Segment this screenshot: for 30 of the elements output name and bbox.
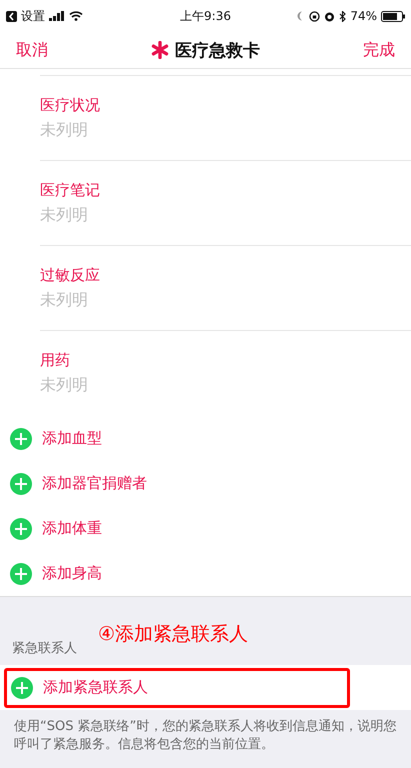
screen-title: 医疗急救卡 xyxy=(175,40,260,62)
bluetooth-icon xyxy=(339,10,346,22)
wifi-icon xyxy=(69,11,83,21)
add-item-link[interactable]: 添加身高 xyxy=(42,564,102,583)
battery-percent: 74% xyxy=(350,9,377,23)
field-label: 用药 xyxy=(40,350,71,370)
rotation-lock-icon xyxy=(309,10,320,22)
footer-note: 使用“SOS 紧急联络”时，您的紧急联系人将收到信息通知，说明您呼叫了紧急服务。信息将包含您的当前位置。 xyxy=(13,718,398,754)
cancel-button[interactable]: 取消 xyxy=(16,40,48,60)
add-icon[interactable] xyxy=(10,562,32,584)
field-label: 医疗笔记 xyxy=(40,180,101,200)
field-label: 医疗状况 xyxy=(40,96,101,114)
add-item-link[interactable]: 添加血型 xyxy=(42,429,102,448)
clock-time: 上午9:36 xyxy=(180,8,231,22)
add-icon[interactable] xyxy=(11,676,33,698)
back-icon[interactable] xyxy=(6,10,17,22)
add-icon[interactable] xyxy=(10,518,32,540)
signal-icon xyxy=(49,11,65,21)
annotation-text: ④添加紧急联系人 xyxy=(98,622,248,647)
add-icon[interactable] xyxy=(10,428,32,450)
done-button[interactable]: 完成 xyxy=(363,40,395,60)
section-header: 紧急联系人 xyxy=(12,640,77,657)
add-icon[interactable] xyxy=(10,472,32,494)
field-label: 过敏反应 xyxy=(40,266,101,284)
back-label[interactable]: 设置 xyxy=(21,8,45,24)
battery-icon xyxy=(381,10,405,22)
add-item-link[interactable]: 添加器官捐赠者 xyxy=(42,474,147,493)
add-item-link[interactable]: 添加体重 xyxy=(42,519,102,538)
asterisk-icon xyxy=(151,41,169,59)
add-contact-link[interactable]: 添加紧急联系人 xyxy=(43,678,148,697)
